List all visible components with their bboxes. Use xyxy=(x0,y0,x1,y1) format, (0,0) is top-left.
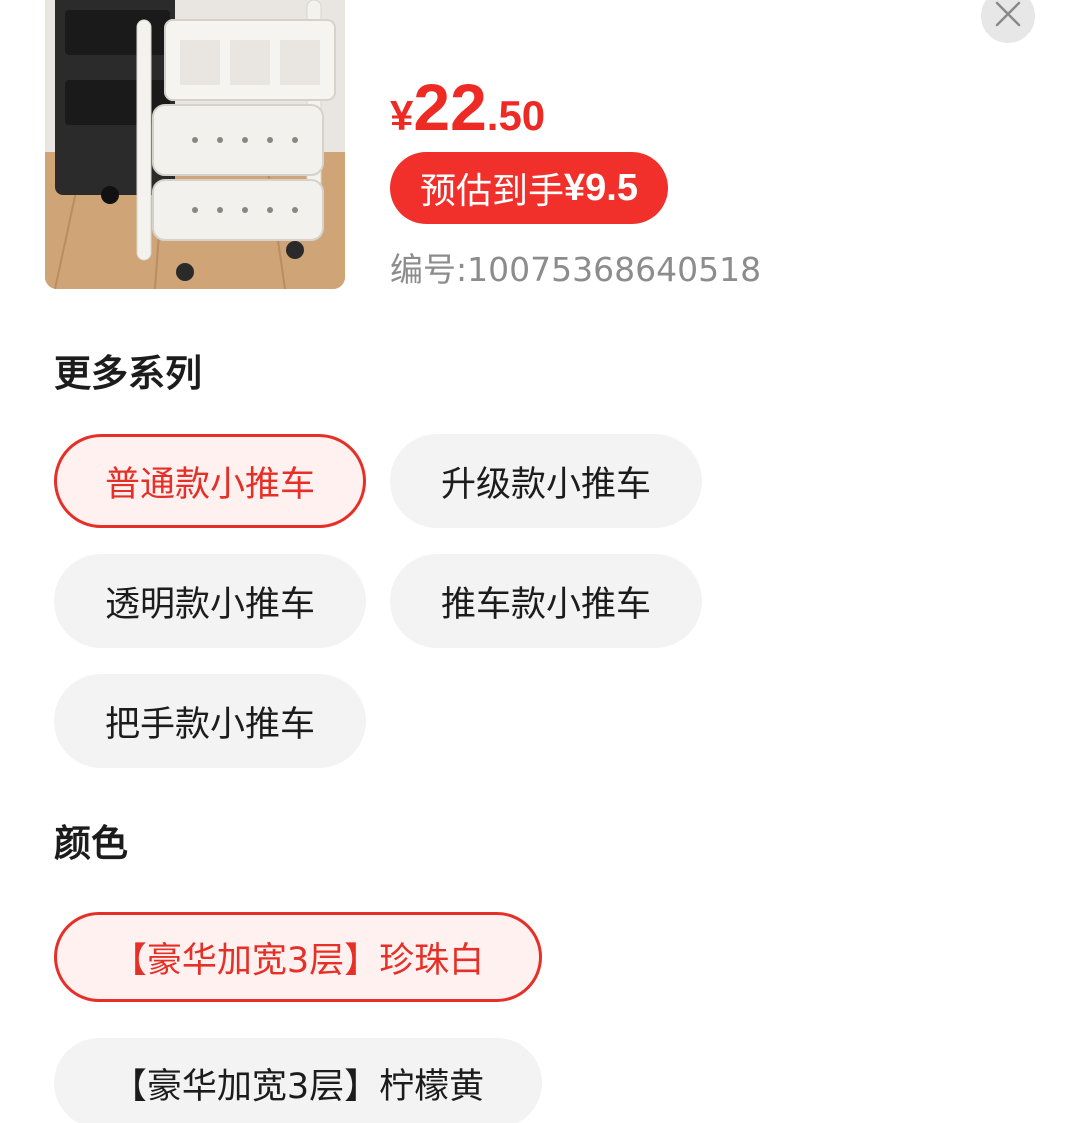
series-option-transparent[interactable]: 透明款小推车 xyxy=(54,554,366,648)
close-icon xyxy=(995,1,1021,31)
close-button[interactable] xyxy=(981,0,1035,43)
series-option-handle[interactable]: 把手款小推车 xyxy=(54,674,366,768)
price-symbol: ¥ xyxy=(390,92,414,139)
estimated-price-label: 预估到手 xyxy=(420,171,565,212)
sku-code: 编号:10075368640518 xyxy=(390,250,761,290)
price: ¥22.50 xyxy=(390,74,545,140)
color-option-lemon-yellow[interactable]: 【豪华加宽3层】柠檬黄 xyxy=(54,1038,542,1123)
sku-label: 编号: xyxy=(390,250,468,289)
sku-selector-sheet: ¥22.50 预估到手 ¥9.5 编号:10075368640518 更多系列 普… xyxy=(0,0,1080,1123)
sku-number: 10075368640518 xyxy=(467,250,762,289)
estimated-price-badge: 预估到手 ¥9.5 xyxy=(390,152,668,224)
series-option-upgraded[interactable]: 升级款小推车 xyxy=(390,434,702,528)
color-option-pearl-white[interactable]: 【豪华加宽3层】珍珠白 xyxy=(54,912,542,1002)
estimated-price-value: ¥9.5 xyxy=(564,166,638,209)
series-option-standard[interactable]: 普通款小推车 xyxy=(54,434,366,528)
series-option-cart[interactable]: 推车款小推车 xyxy=(390,554,702,648)
color-section-title: 颜色 xyxy=(54,822,128,865)
series-section-title: 更多系列 xyxy=(54,352,202,395)
price-decimal: .50 xyxy=(486,92,546,139)
product-image xyxy=(45,0,345,289)
price-integer: 22 xyxy=(413,70,487,144)
